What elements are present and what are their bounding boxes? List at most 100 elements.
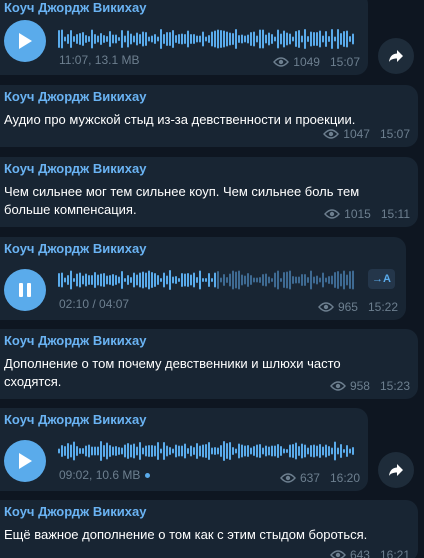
waveform-bar: [163, 272, 165, 288]
share-button[interactable]: [378, 38, 414, 74]
waveform-bar: [304, 29, 306, 49]
view-count: 1015: [344, 207, 371, 221]
waveform-bar: [295, 31, 297, 47]
waveform-bar: [85, 445, 87, 457]
play-icon: [19, 453, 32, 469]
waveform-bar: [280, 278, 282, 282]
waveform-bar: [280, 446, 282, 456]
waveform-bar: [271, 34, 273, 44]
waveform-bar: [220, 30, 222, 48]
waveform-bar: [316, 445, 318, 457]
waveform-bar: [169, 270, 171, 290]
waveform-bar: [190, 445, 192, 457]
waveform-bar: [82, 32, 84, 46]
waveform-bar: [178, 278, 180, 282]
waveform-bar: [118, 37, 120, 41]
waveform-bar: [346, 445, 348, 457]
waveform-bar: [292, 444, 294, 458]
waveform-bar: [262, 29, 264, 49]
waveform-bar: [199, 270, 201, 290]
audio-waveform[interactable]: [58, 28, 356, 50]
waveform-bar: [160, 278, 162, 282]
waveform-bar: [322, 272, 324, 288]
waveform-bar: [187, 273, 189, 287]
play-button[interactable]: [4, 440, 46, 482]
waveform-bar: [136, 32, 138, 46]
waveform-bar: [67, 275, 69, 285]
waveform-bar: [316, 275, 318, 285]
waveform-bar: [319, 444, 321, 458]
waveform-bar: [232, 33, 234, 45]
waveform-bar: [142, 31, 144, 47]
message-time: 16:21: [379, 548, 410, 558]
waveform-bar: [136, 446, 138, 456]
waveform-bar: [109, 275, 111, 285]
waveform-bar: [205, 444, 207, 458]
pause-button[interactable]: [4, 269, 46, 311]
waveform-bar: [334, 272, 336, 288]
waveform-bar: [223, 441, 225, 461]
waveform-bar: [67, 443, 69, 459]
waveform-bar: [262, 447, 264, 455]
waveform-bar: [196, 35, 198, 43]
waveform-bar: [196, 443, 198, 459]
waveform-bar: [118, 447, 120, 455]
waveform-bar: [211, 447, 213, 455]
waveform-bar: [259, 444, 261, 458]
waveform-bar: [217, 29, 219, 49]
waveform-bar: [265, 445, 267, 457]
share-button[interactable]: [378, 452, 414, 488]
waveform-bar: [205, 36, 207, 42]
waveform-bar: [319, 277, 321, 283]
waveform-bar: [217, 447, 219, 455]
waveform-bar: [328, 36, 330, 42]
waveform-bar: [148, 36, 150, 42]
waveform-bar: [292, 276, 294, 284]
waveform-bar: [202, 31, 204, 47]
audio-waveform[interactable]: [58, 440, 356, 462]
play-button[interactable]: [4, 20, 46, 62]
waveform-bar: [340, 444, 342, 458]
waveform-bar: [289, 33, 291, 45]
waveform-bar: [253, 277, 255, 283]
waveform-bar: [85, 35, 87, 43]
waveform-bar: [247, 273, 249, 287]
waveform-bar: [214, 447, 216, 455]
waveform-bar: [229, 442, 231, 460]
waveform-bar: [163, 442, 165, 460]
waveform-bar: [133, 443, 135, 459]
waveform-bar: [181, 273, 183, 287]
waveform-bar: [91, 275, 93, 285]
waveform-bar: [82, 448, 84, 454]
author-name: Коуч Джордж Викихау: [4, 333, 147, 348]
eye-icon: [330, 550, 346, 558]
waveform-bar: [178, 445, 180, 457]
waveform-bar: [103, 273, 105, 287]
waveform-bar: [127, 30, 129, 48]
audio-waveform[interactable]: [58, 269, 356, 291]
waveform-bar: [136, 274, 138, 286]
waveform-bar: [145, 445, 147, 457]
waveform-bar: [259, 277, 261, 283]
waveform-bar: [124, 278, 126, 282]
waveform-bar: [259, 29, 261, 49]
waveform-bar: [208, 273, 210, 287]
waveform-bar: [286, 32, 288, 46]
waveform-bar: [154, 273, 156, 287]
text-message: Коуч Джордж Викихау Аудио про мужской ст…: [0, 85, 418, 147]
waveform-bar: [130, 444, 132, 458]
waveform-bar: [301, 274, 303, 286]
waveform-bar: [160, 448, 162, 454]
author-name: Коуч Джордж Викихау: [4, 0, 147, 15]
eye-icon: [323, 129, 340, 139]
waveform-bar: [58, 30, 60, 48]
audio-message: Коуч Джордж Викихау 11:07, 13.1 MB 1049 …: [0, 0, 368, 75]
waveform-bar: [271, 445, 273, 457]
waveform-bar: [97, 274, 99, 286]
waveform-bar: [76, 446, 78, 456]
waveform-bar: [235, 29, 237, 49]
waveform-bar: [265, 273, 267, 287]
waveform-bar: [268, 276, 270, 284]
waveform-bar: [130, 277, 132, 283]
transcribe-button[interactable]: →A: [368, 269, 395, 289]
